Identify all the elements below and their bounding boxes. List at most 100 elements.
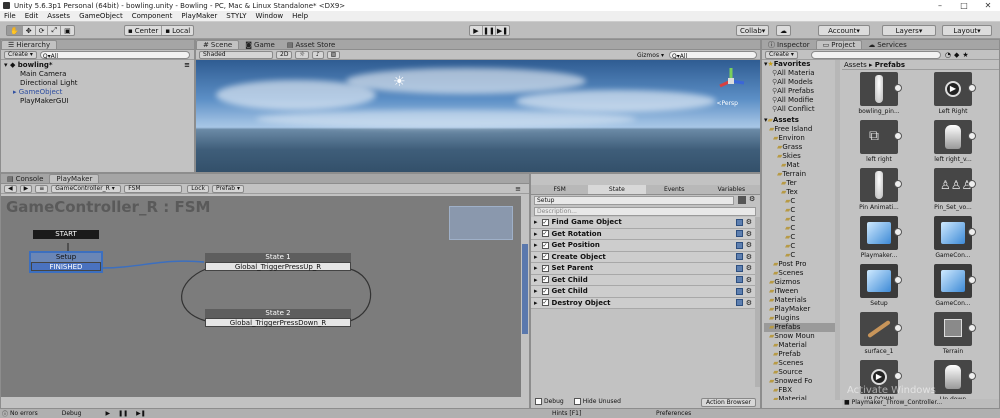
expand-arrow-icon[interactable]: ▸ — [534, 299, 538, 307]
action-enabled-checkbox[interactable]: ✓ — [541, 287, 549, 295]
hierarchy-item-main-camera[interactable]: Main Camera — [4, 70, 194, 79]
gizmos-dropdown[interactable]: Gizmos ▾ — [637, 52, 664, 59]
state-setup-event[interactable]: FINISHED — [31, 262, 101, 271]
action-enabled-checkbox[interactable]: ✓ — [541, 276, 549, 284]
asset-folder-item[interactable]: ▰Skies — [764, 152, 835, 161]
action-settings-icon[interactable]: ⚙ — [746, 264, 752, 272]
expand-arrow-icon[interactable] — [894, 372, 902, 380]
asset-tile[interactable]: surface_1 — [846, 312, 912, 360]
asset-folder-item[interactable]: ▰Scenes — [764, 269, 835, 278]
asset-tile[interactable]: Pin Animati... — [846, 168, 912, 216]
status-play-icon[interactable]: ▶ — [105, 410, 110, 417]
expand-arrow-icon[interactable]: ▸ — [534, 276, 538, 284]
scene-menu-icon[interactable]: ≡ — [184, 61, 190, 70]
close-icon[interactable]: ✕ — [976, 0, 1000, 11]
hierarchy-scene-row[interactable]: ▾ ◆ bowling* ≡ — [4, 61, 194, 70]
favorite-item[interactable]: ⚲All Prefabs — [764, 87, 835, 96]
expand-arrow-icon[interactable]: ▸ — [534, 264, 538, 272]
asset-folder-item[interactable]: ▰Post Pro — [764, 260, 835, 269]
asset-folder-item[interactable]: ▰Material — [764, 395, 835, 400]
status-pause-icon[interactable]: ❚❚ — [118, 410, 128, 417]
rect-tool-icon[interactable]: ▣ — [61, 26, 74, 35]
asset-folder-item[interactable]: ▰Prefab — [764, 350, 835, 359]
expand-arrow-icon[interactable]: ▸ — [534, 287, 538, 295]
asset-folder-item[interactable]: ▰Mat — [764, 161, 835, 170]
action-enabled-checkbox[interactable]: ✓ — [541, 253, 549, 261]
action-enabled-checkbox[interactable]: ✓ — [541, 299, 549, 307]
expand-arrow-icon[interactable] — [968, 324, 976, 332]
audio-toggle-icon[interactable]: ♪ — [311, 50, 324, 59]
expand-arrow-icon[interactable] — [894, 180, 902, 188]
asset-folder-item[interactable]: ▰PlayMaker — [764, 305, 835, 314]
maximize-icon[interactable]: □ — [952, 0, 976, 11]
effects-toggle-icon[interactable]: ▨ — [326, 50, 341, 59]
action-help-icon[interactable] — [735, 299, 743, 307]
tab-variables[interactable]: Variables — [703, 185, 760, 194]
expand-arrow-icon[interactable] — [968, 84, 976, 92]
tab-game[interactable]: ◙ Game — [239, 40, 281, 49]
state2-event[interactable]: Global_TriggerPressDown_R — [205, 318, 351, 327]
fsm-gameobject-dropdown[interactable]: GameController_R ▾ — [51, 184, 122, 193]
fsm-settings-icon[interactable]: ≡ — [515, 185, 521, 193]
asset-folder-item[interactable]: ▰C — [764, 197, 835, 206]
expand-arrow-icon[interactable] — [968, 180, 976, 188]
action-row[interactable]: ▸ ✓ Set Parent ⚙ — [531, 263, 755, 275]
status-step-icon[interactable]: ▶❚ — [136, 410, 146, 417]
action-row[interactable]: ▸ ✓ Get Child ⚙ — [531, 286, 755, 298]
asset-folder-item[interactable]: ▰C — [764, 215, 835, 224]
scene-orientation-gizmo[interactable] — [716, 66, 746, 96]
asset-folder-item[interactable]: ▰Snowed Fo — [764, 377, 835, 386]
fsm-state-setup[interactable]: Setup FINISHED — [29, 251, 103, 273]
play-icon[interactable]: ▶ — [470, 26, 483, 35]
hierarchy-item-playmakergui[interactable]: PlayMakerGUI — [4, 97, 194, 106]
nav-back-icon[interactable]: ◀ — [4, 184, 17, 193]
action-row[interactable]: ▸ ✓ Find Game Object ⚙ — [531, 217, 755, 229]
action-help-icon[interactable] — [735, 253, 743, 261]
action-help-icon[interactable] — [735, 287, 743, 295]
hints-button[interactable]: Hints [F1] — [552, 410, 581, 417]
asset-folder-item[interactable]: ▰Grass — [764, 143, 835, 152]
action-row[interactable]: ▸ ✓ Get Child ⚙ — [531, 274, 755, 286]
tab-fsm[interactable]: FSM — [531, 185, 588, 194]
action-help-icon[interactable] — [735, 264, 743, 272]
breadcrumb-assets[interactable]: Assets — [844, 61, 867, 69]
rotate-tool-icon[interactable]: ⟳ — [36, 26, 49, 35]
asset-folder-item[interactable]: ▰C — [764, 242, 835, 251]
minimize-icon[interactable]: – — [928, 0, 952, 11]
action-settings-icon[interactable]: ⚙ — [746, 218, 752, 226]
hierarchy-create-button[interactable]: Create ▾ — [4, 50, 37, 59]
filter-label-icon[interactable]: ◆ — [954, 51, 959, 59]
asset-folder-item[interactable]: ▰Tex — [764, 188, 835, 197]
expand-arrow-icon[interactable]: ▸ — [534, 230, 538, 238]
pause-icon[interactable]: ❚❚ — [483, 26, 496, 35]
project-create-button[interactable]: Create ▾ — [765, 50, 798, 59]
asset-folder-item[interactable]: ▰C — [764, 206, 835, 215]
action-help-icon[interactable] — [735, 230, 743, 238]
asset-tile[interactable]: left right_v... — [920, 120, 986, 168]
expand-arrow-icon[interactable] — [894, 324, 902, 332]
menu-file[interactable]: File — [4, 12, 16, 20]
asset-tile[interactable]: ♙♙♙ Pin_Set_vo... — [920, 168, 986, 216]
layout-dropdown[interactable]: Layout ▾ — [942, 25, 992, 36]
asset-folder-item[interactable]: ▰iTween — [764, 287, 835, 296]
favorite-item[interactable]: ⚲All Conflict — [764, 105, 835, 114]
action-settings-icon[interactable]: ⚙ — [746, 299, 752, 307]
assets-header[interactable]: ▾▰Assets — [764, 116, 835, 125]
lighting-toggle-icon[interactable]: ☼ — [295, 50, 309, 59]
tab-inspector[interactable]: ⓘ Inspector — [762, 40, 816, 49]
state-description-input[interactable]: Description... — [534, 207, 756, 216]
tab-hierarchy[interactable]: ☰ Hierarchy — [1, 40, 58, 49]
asset-folder-item[interactable]: ▰C — [764, 251, 835, 260]
asset-folder-item[interactable]: ▰C — [764, 233, 835, 242]
pivot-center-button[interactable]: ▪ Center — [125, 26, 163, 35]
asset-folder-item[interactable]: ▰C — [764, 224, 835, 233]
action-enabled-checkbox[interactable]: ✓ — [541, 241, 549, 249]
collab-dropdown[interactable]: Collab ▾ — [736, 25, 770, 36]
expand-arrow-icon[interactable] — [968, 228, 976, 236]
project-search-input[interactable] — [810, 50, 941, 59]
action-help-icon[interactable] — [735, 276, 743, 284]
asset-folder-item[interactable]: ▰Free Island — [764, 125, 835, 134]
state-color-icon[interactable] — [738, 196, 746, 204]
favorite-item[interactable]: ⚲All Models — [764, 78, 835, 87]
asset-folder-item[interactable]: ▰Plugins — [764, 314, 835, 323]
